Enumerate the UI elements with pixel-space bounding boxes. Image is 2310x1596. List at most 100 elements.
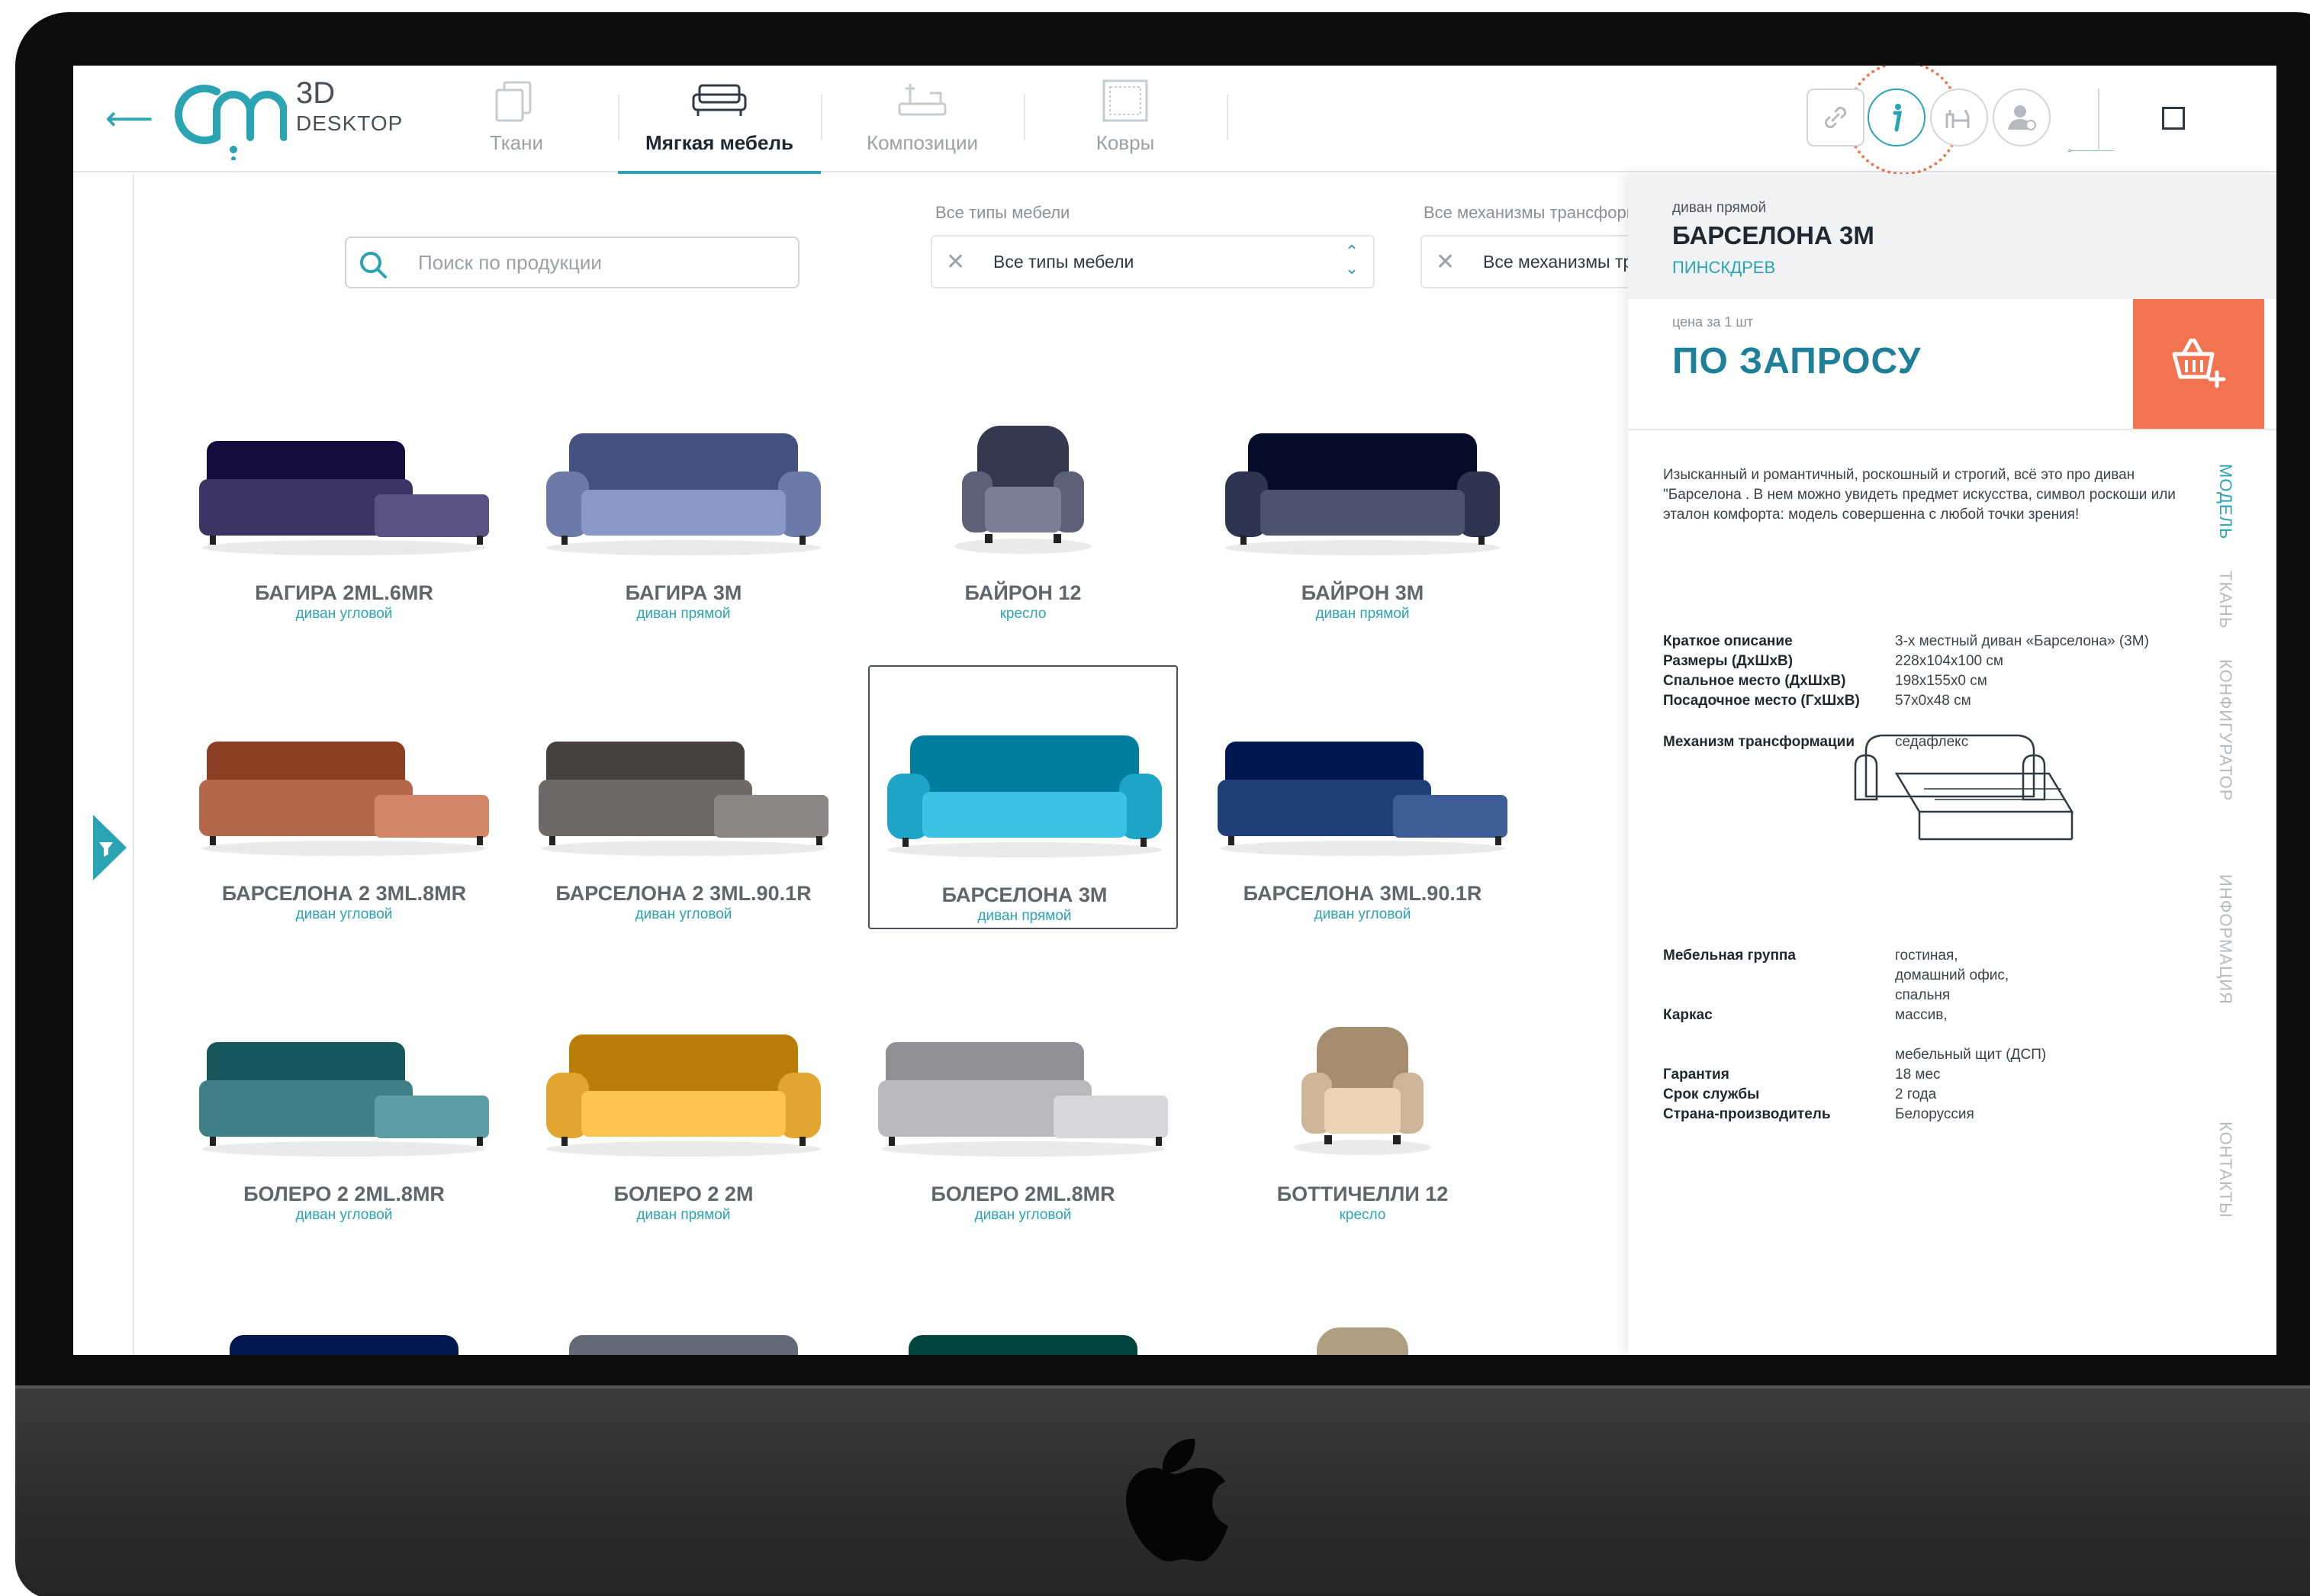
mech-filter-select[interactable]: ✕ Все механизмы трансформации — [1420, 235, 1628, 288]
user-button[interactable] — [1993, 88, 2051, 146]
monitor-seam — [15, 1385, 2310, 1388]
logo-title: 3D — [296, 76, 336, 110]
product-name: БАГИРА 3М — [625, 581, 742, 604]
product-image — [1225, 433, 1500, 555]
product-card-clip: БАРСЕЛОНА 3ML.90.1R диван угловой — [1208, 665, 1517, 929]
tab-sofa[interactable]: Мягкая мебель — [618, 66, 821, 174]
product-card-clip: БАРСЕЛОНА 2 3ML.90.1R диван угловой — [529, 665, 838, 929]
detail-title: БАРСЕЛОНА 3М — [1672, 221, 1874, 249]
apple-logo-icon — [1126, 1438, 1228, 1562]
product-card[interactable]: БОЛЕРО 2ML.8MR диван угловой — [868, 966, 1178, 1230]
product-name: БОЛЕРО 2 2М — [613, 1183, 754, 1205]
tab-fabric[interactable]: Ткани — [415, 66, 618, 172]
product-card[interactable]: БАРСЕЛОНА 3М диван прямой — [868, 665, 1178, 929]
product-card[interactable]: БОЛЕРО 2 2М диван прямой — [529, 966, 838, 1230]
tab-composition[interactable]: Композиции — [821, 66, 1024, 172]
product-card[interactable]: БАРСЕЛОНА 2 3ML.8MR диван угловой — [189, 665, 499, 929]
spec-value: 228х104х100 см — [1895, 653, 2003, 669]
type-filter-value: Все типы мебели — [993, 252, 1134, 272]
sofa-bed-diagram — [1854, 734, 2074, 841]
mech-filter-clip: Все механизмы трансформации ✕ Все механи… — [1420, 195, 1628, 302]
spec-value: 198х155х0 см — [1895, 673, 1987, 689]
product-card[interactable] — [1208, 1266, 1517, 1355]
spec-key: Мебельная группа — [1663, 948, 1796, 964]
product-type: диван угловой — [295, 606, 393, 622]
side-tab-2[interactable]: КОНФИГУРАТОР — [2215, 659, 2235, 801]
product-card[interactable] — [868, 1266, 1178, 1355]
link-icon — [1824, 106, 1847, 129]
product-image — [887, 735, 1162, 858]
product-name: БОТТИЧЕЛЛИ 12 — [1276, 1183, 1449, 1205]
detail-panel: диван прямой БАРСЕЛОНА 3М ПИНСКДРЕВ цена… — [1628, 174, 2276, 1355]
product-image — [1218, 742, 1507, 856]
carpet-icon — [1102, 79, 1148, 122]
spec-value: 57х0х48 см — [1895, 693, 1971, 709]
product-card[interactable]: БАЙРОН 3М диван прямой — [1208, 365, 1517, 629]
callout-line — [2068, 150, 2115, 153]
app-screen: ⟵ 3D DESKTOP Ткани Мягкая мебель Композици… — [73, 66, 2276, 1355]
filter-toggle-icon[interactable] — [93, 815, 127, 880]
search-icon — [360, 252, 387, 278]
tab-label: Композиции — [866, 131, 979, 154]
product-card[interactable]: БАГИРА 2ML.6MR диван угловой — [189, 365, 499, 629]
product-card-clip: БАРСЕЛОНА 2 3ML.8MR диван угловой — [189, 665, 499, 929]
side-tab-0[interactable]: МОДЕЛЬ — [2215, 464, 2235, 539]
product-name: БАРСЕЛОНА 2 3ML.90.1R — [555, 882, 812, 905]
back-arrow-icon[interactable]: ⟵ — [105, 96, 153, 142]
product-type: диван угловой — [974, 1207, 1072, 1223]
product-card[interactable]: БАГИРА 3М диван прямой — [529, 365, 838, 629]
product-card[interactable]: БОЛЕРО 2 2ML.8MR диван угловой — [189, 966, 499, 1230]
product-image — [878, 1042, 1168, 1157]
add-to-cart-button[interactable] — [2133, 299, 2264, 429]
product-card[interactable]: БОТТИЧЕЛЛИ 12 кресло — [1208, 966, 1517, 1230]
product-card-clip: БОЛЕРО 2 2ML.8MR диван угловой — [189, 966, 499, 1230]
spec-key: Краткое описание — [1663, 633, 1793, 649]
search-input[interactable]: Поиск по продукции — [345, 237, 799, 288]
side-tab-3[interactable]: ИНФОРМАЦИЯ — [2215, 874, 2235, 1005]
product-card[interactable]: БАРСЕЛОНА 3ML.90.1R диван угловой — [1208, 665, 1517, 929]
spec-value: 18 мес — [1895, 1067, 1941, 1083]
price-label: цена за 1 шт — [1672, 314, 1754, 330]
product-card[interactable] — [189, 1266, 499, 1355]
tab-divider — [1227, 95, 1228, 140]
side-tab-4[interactable]: КОНТАКТЫ — [2215, 1121, 2235, 1218]
type-filter-select[interactable]: ✕ Все типы мебели ⌃ ⌄ — [931, 235, 1375, 288]
product-card-clip: БАГИРА 2ML.6MR диван угловой — [189, 365, 499, 629]
interior-button[interactable] — [1930, 88, 1988, 146]
product-image — [569, 1335, 798, 1355]
product-name: БАРСЕЛОНА 3М — [941, 883, 1108, 906]
product-card-clip — [529, 1266, 838, 1355]
clear-icon[interactable]: ✕ — [1436, 249, 1455, 275]
cart-add-icon — [2172, 338, 2226, 388]
product-card-clip: БОЛЕРО 2 2М диван прямой — [529, 966, 838, 1230]
user-icon — [2008, 105, 2036, 130]
price-value: ПО ЗАПРОСУ — [1672, 341, 1922, 381]
product-card-clip: БАЙРОН 3М диван прямой — [1208, 365, 1517, 629]
product-type: диван прямой — [1315, 606, 1410, 622]
side-tab-1[interactable]: ТКАНЬ — [2215, 571, 2235, 629]
clear-icon[interactable]: ✕ — [946, 249, 965, 275]
product-card-clip: БАРСЕЛОНА 3М диван прямой — [870, 667, 1179, 931]
spec-key: Спальное место (ДхШхВ) — [1663, 673, 1846, 689]
product-card[interactable]: БАЙРОН 12 кресло — [868, 365, 1178, 629]
product-type: диван угловой — [635, 906, 732, 922]
product-name: БОЛЕРО 2 2ML.8MR — [243, 1183, 445, 1205]
window-square-button[interactable] — [2162, 107, 2185, 130]
spec-key: Гарантия — [1663, 1067, 1729, 1083]
product-card[interactable]: БАРСЕЛОНА 2 3ML.90.1R диван угловой — [529, 665, 838, 929]
product-type: диван прямой — [977, 908, 1072, 924]
product-card[interactable] — [529, 1266, 838, 1355]
chevron-updown-icon: ⌃ ⌄ — [1344, 243, 1359, 278]
tab-carpet[interactable]: Ковры — [1024, 66, 1227, 172]
manufacturer-link[interactable]: ПИНСКДРЕВ — [1672, 258, 1775, 278]
product-image — [1294, 1027, 1431, 1155]
product-name: БАГИРА 2ML.6MR — [255, 581, 433, 604]
toolbar-divider — [2098, 88, 2099, 150]
product-image — [546, 433, 821, 555]
product-card-clip — [189, 1266, 499, 1355]
search-placeholder: Поиск по продукции — [418, 251, 602, 274]
spec-key: Размеры (ДхШхВ) — [1663, 653, 1794, 669]
spec-key: Каркас — [1663, 1007, 1713, 1023]
link-button[interactable] — [1806, 88, 1864, 146]
info-button[interactable] — [1868, 88, 1926, 146]
